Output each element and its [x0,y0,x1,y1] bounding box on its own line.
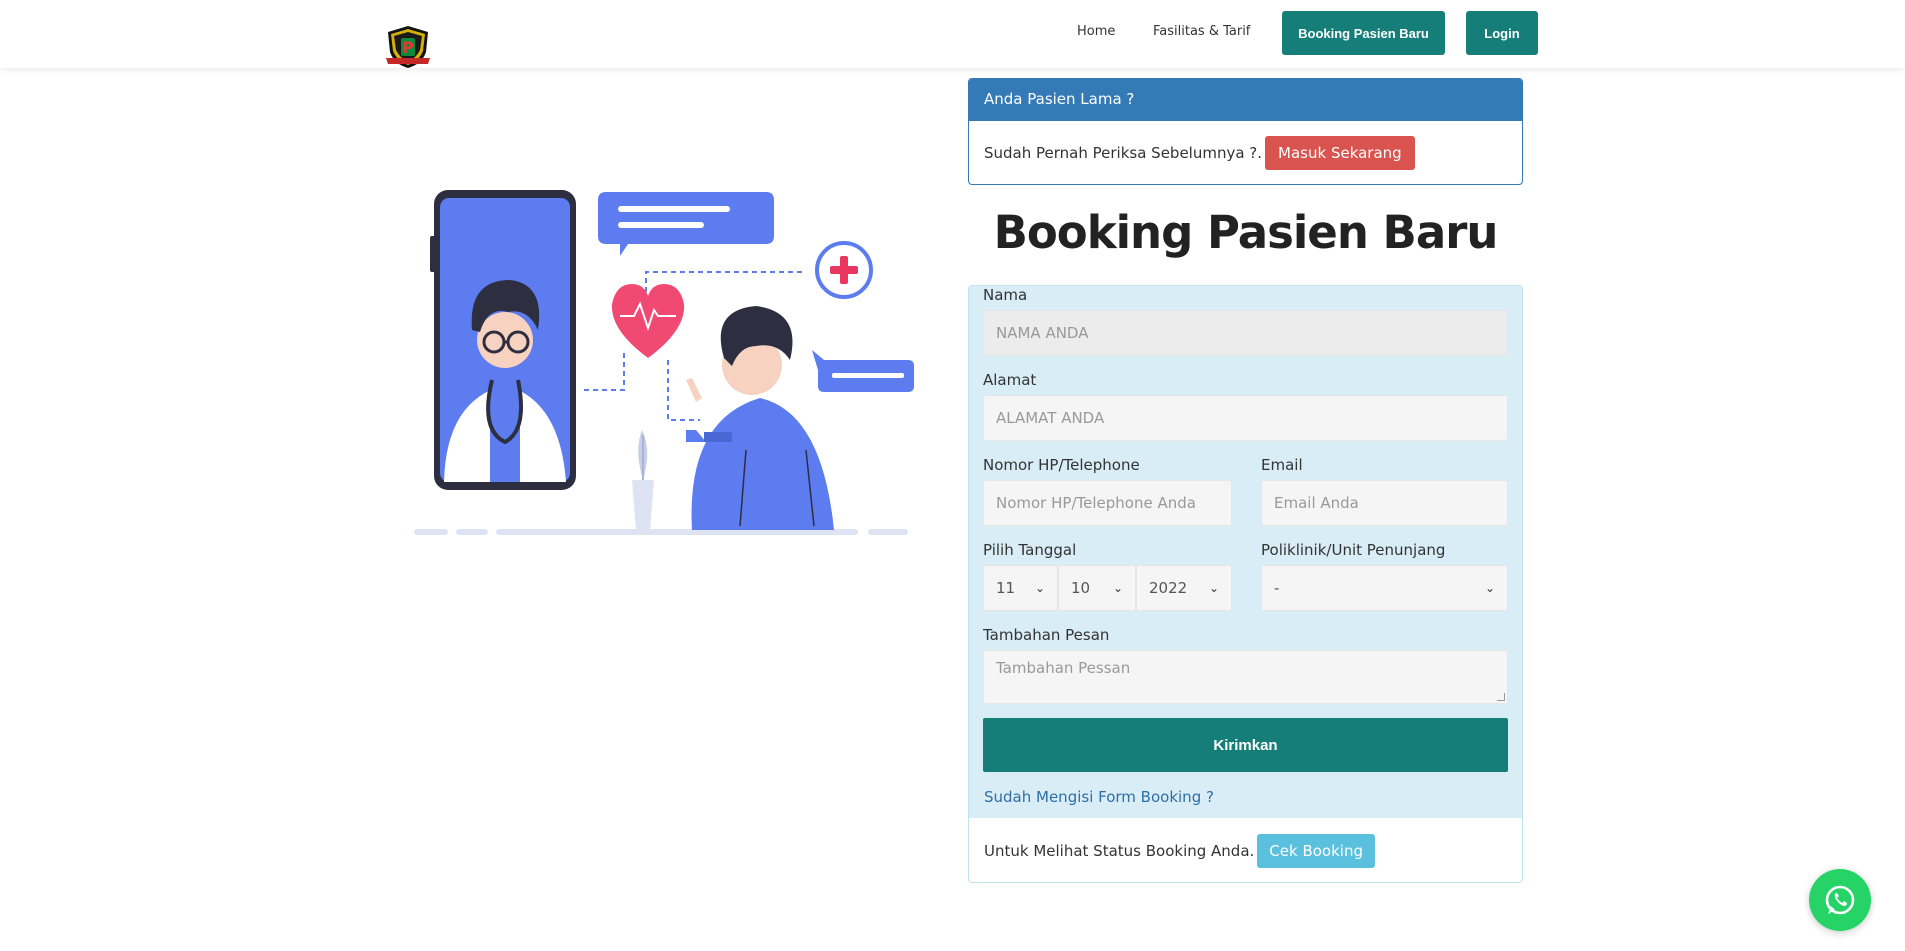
booking-form: Nama NAMA ANDA Alamat ALAMAT ANDA Nomor … [968,285,1523,883]
form-body: Nama NAMA ANDA Alamat ALAMAT ANDA Nomor … [969,286,1522,818]
nav-fasilitas-link[interactable]: Fasilitas & Tarif [1153,24,1250,39]
pesan-label: Tambahan Pesan [983,626,1110,644]
tanggal-label: Pilih Tanggal [983,541,1077,559]
email-label: Email [1261,456,1303,474]
alamat-input[interactable]: ALAMAT ANDA [983,395,1508,441]
pesan-textarea[interactable]: Tambahan Pessan [983,650,1508,704]
chevron-down-icon: ⌄ [1034,581,1045,595]
logo-icon[interactable]: P [384,24,432,70]
resize-handle-icon[interactable] [1497,693,1505,701]
nav-login-button[interactable]: Login [1466,11,1538,55]
alamat-label: Alamat [983,371,1037,389]
nama-input[interactable]: NAMA ANDA [983,310,1508,356]
month-value: 10 [1071,579,1091,597]
nav-home-link[interactable]: Home [1077,24,1115,39]
telemedicine-illustration [414,190,914,535]
poli-value: - [1274,579,1280,597]
chevron-down-icon: ⌄ [1484,581,1495,595]
status-text: Untuk Melihat Status Booking Anda. [984,842,1255,860]
status-row: Untuk Melihat Status Booking Anda. Cek B… [984,834,1375,868]
year-value: 2022 [1149,579,1188,597]
hp-input[interactable]: Nomor HP/Telephone Anda [983,480,1232,526]
day-select[interactable]: 11 ⌄ [983,565,1058,611]
chevron-down-icon: ⌄ [1112,581,1123,595]
page-title: Booking Pasien Baru [993,206,1499,259]
old-patient-panel: Anda Pasien Lama ? Sudah Pernah Periksa … [968,78,1523,185]
whatsapp-button[interactable] [1809,869,1871,931]
masuk-sekarang-button[interactable]: Masuk Sekarang [1265,136,1415,170]
nama-label: Nama [983,286,1028,304]
svg-text:P: P [402,38,414,57]
old-patient-heading: Anda Pasien Lama ? [969,79,1522,121]
poli-label: Poliklinik/Unit Penunjang [1261,541,1446,559]
poli-select[interactable]: - ⌄ [1261,565,1508,611]
whatsapp-icon [1825,885,1855,915]
hp-label: Nomor HP/Telephone [983,456,1140,474]
email-input[interactable]: Email Anda [1261,480,1508,526]
kirimkan-button[interactable]: Kirimkan [983,718,1508,772]
nav-booking-button[interactable]: Booking Pasien Baru [1282,11,1445,55]
year-select[interactable]: 2022 ⌄ [1136,565,1232,611]
cek-booking-button[interactable]: Cek Booking [1257,834,1375,868]
chevron-down-icon: ⌄ [1208,581,1219,595]
old-patient-body: Sudah Pernah Periksa Sebelumnya ?. Masuk… [969,121,1522,184]
navbar: P Home Fasilitas & Tarif Booking Pasien … [0,0,1905,68]
old-patient-text: Sudah Pernah Periksa Sebelumnya ?. [984,144,1263,162]
day-value: 11 [996,579,1016,597]
pesan-placeholder: Tambahan Pessan [996,659,1131,677]
filled-question: Sudah Mengisi Form Booking ? [984,788,1214,806]
month-select[interactable]: 10 ⌄ [1058,565,1136,611]
